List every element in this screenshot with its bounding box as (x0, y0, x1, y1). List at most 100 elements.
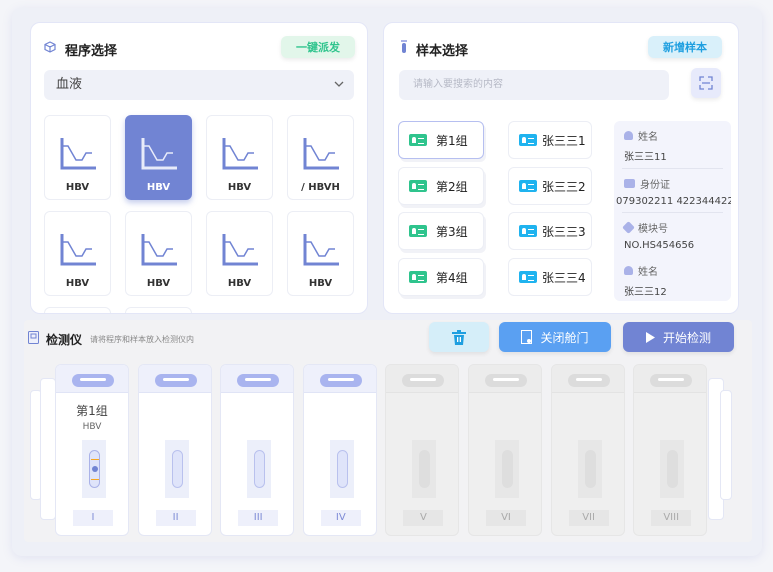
program-title: 程序选择 (65, 44, 118, 59)
sample-info-panel: 姓名 张三三11 身份证 079302211 422344422 模块号 NO.… (614, 121, 731, 301)
curve-chart-icon (303, 234, 339, 266)
detector-slot[interactable]: VII (550, 364, 625, 536)
slot-handle (72, 374, 114, 387)
id-value: 079302211 422344422 (616, 196, 731, 207)
program-card[interactable]: HBV (206, 211, 273, 296)
add-sample-button[interactable]: 新增样本 (648, 36, 722, 58)
sample-panel: 样本选择 新增样本 请输入要搜索的内容 第1组第2组第3组第4组 张三三1 张三三… (383, 22, 739, 314)
id-label: 身份证 (640, 180, 670, 191)
sample-item[interactable]: 张三三2 (508, 167, 592, 205)
curve-chart-icon (222, 234, 258, 266)
name-label: 姓名 (638, 132, 658, 143)
group-item[interactable]: 第3组 (398, 212, 484, 250)
empty-cartridge (584, 450, 596, 488)
curve-chart-icon (60, 138, 96, 170)
program-card-label: HBV (146, 278, 171, 289)
sample-label: 张三三4 (542, 270, 586, 285)
group-label: 第1组 (436, 133, 468, 148)
slot-well (82, 440, 106, 498)
program-card[interactable]: HBV (206, 115, 273, 200)
module-label: 模块号 (638, 224, 668, 235)
delete-button[interactable] (429, 322, 489, 352)
play-icon (645, 331, 655, 343)
sample-type-select[interactable]: 血液 (44, 70, 354, 100)
detector-hint: 请将程序和样本放入检测仪内 (90, 335, 194, 344)
sample-label: 张三三3 (542, 224, 586, 239)
sample-label: 张三三2 (542, 179, 586, 194)
program-card[interactable]: HBV (125, 211, 192, 296)
slot-handle (237, 374, 280, 387)
detector-slot[interactable]: V (385, 364, 460, 536)
empty-cartridge (254, 450, 266, 488)
chevron-down-icon (334, 81, 344, 87)
group-label: 第4组 (436, 270, 468, 285)
group-item[interactable]: 第4组 (398, 258, 484, 296)
curve-chart-icon (141, 138, 177, 170)
slot-handle (650, 374, 693, 387)
program-panel: 程序选择 一键派发 血液 HBV HBV HBV / HBVH HBV HBV HBV HBV (30, 22, 368, 314)
slot-group: 第1组 (76, 404, 108, 418)
slot-handle (402, 374, 445, 387)
id-card-icon (519, 134, 537, 146)
slot-handle (154, 374, 197, 387)
start-detection-button[interactable]: 开始检测 (623, 322, 734, 352)
slot-number: V (403, 510, 444, 526)
search-input[interactable]: 请输入要搜索的内容 (399, 70, 669, 100)
program-card[interactable]: / HBVH (287, 115, 354, 200)
trash-icon (452, 329, 466, 345)
detector-slot[interactable]: IV (302, 364, 377, 536)
module-value: NO.HS454656 (624, 240, 695, 251)
slot-well (164, 440, 189, 498)
loaded-cartridge (89, 450, 100, 488)
close-door-button[interactable]: 关闭舱门 (499, 322, 611, 352)
detector-slot[interactable]: 第1组 HBV I (55, 364, 129, 536)
group-item[interactable]: 第1组 (398, 121, 484, 159)
slot-handle (319, 374, 362, 387)
program-card-partial[interactable] (125, 307, 192, 313)
program-card-label: / HBVH (301, 182, 340, 193)
slot-well (660, 440, 685, 498)
sample-item[interactable]: 张三三3 (508, 212, 592, 250)
scan-icon (699, 76, 713, 90)
empty-cartridge (419, 450, 431, 488)
program-card-partial[interactable] (44, 307, 111, 313)
slot-well (329, 440, 354, 498)
slot-number: I (73, 510, 113, 526)
detector-slot[interactable]: III (220, 364, 295, 536)
group-item[interactable]: 第2组 (398, 167, 484, 205)
empty-cartridge (336, 450, 348, 488)
person-icon (624, 131, 633, 140)
scan-button[interactable] (691, 68, 721, 98)
start-label: 开始检测 (662, 330, 711, 345)
program-card[interactable]: HBV (125, 115, 192, 200)
slot-number: II (155, 510, 196, 526)
program-card[interactable]: HBV (44, 211, 111, 296)
sample-title: 样本选择 (416, 44, 469, 59)
slot-well (247, 440, 272, 498)
program-card-label: HBV (308, 278, 333, 289)
id-card-icon (519, 180, 537, 192)
id-card-icon (624, 179, 635, 188)
program-card[interactable]: HBV (44, 115, 111, 200)
id-card-icon (409, 134, 427, 146)
detector-slot[interactable]: VIII (633, 364, 708, 536)
slot-handle (567, 374, 610, 387)
dispatch-button[interactable]: 一键派发 (281, 36, 355, 58)
id-card-icon (409, 271, 427, 283)
carousel-left-ghost (40, 378, 56, 520)
slot-number: VIII (651, 510, 692, 526)
sample-item[interactable]: 张三三4 (508, 258, 592, 296)
detector-slot[interactable]: VI (468, 364, 542, 536)
detector-slot[interactable]: II (137, 364, 212, 536)
sample-type-value: 血液 (56, 77, 83, 92)
program-card[interactable]: HBV (287, 211, 354, 296)
sample-item[interactable]: 张三三1 (508, 121, 592, 159)
slot-well (577, 440, 602, 498)
empty-cartridge (171, 450, 183, 488)
slot-well (495, 440, 519, 498)
program-card-label: HBV (146, 182, 171, 193)
slot-handle (485, 374, 527, 387)
empty-cartridge (502, 450, 513, 488)
slot-program: HBV (82, 422, 102, 432)
curve-chart-icon (303, 138, 339, 170)
